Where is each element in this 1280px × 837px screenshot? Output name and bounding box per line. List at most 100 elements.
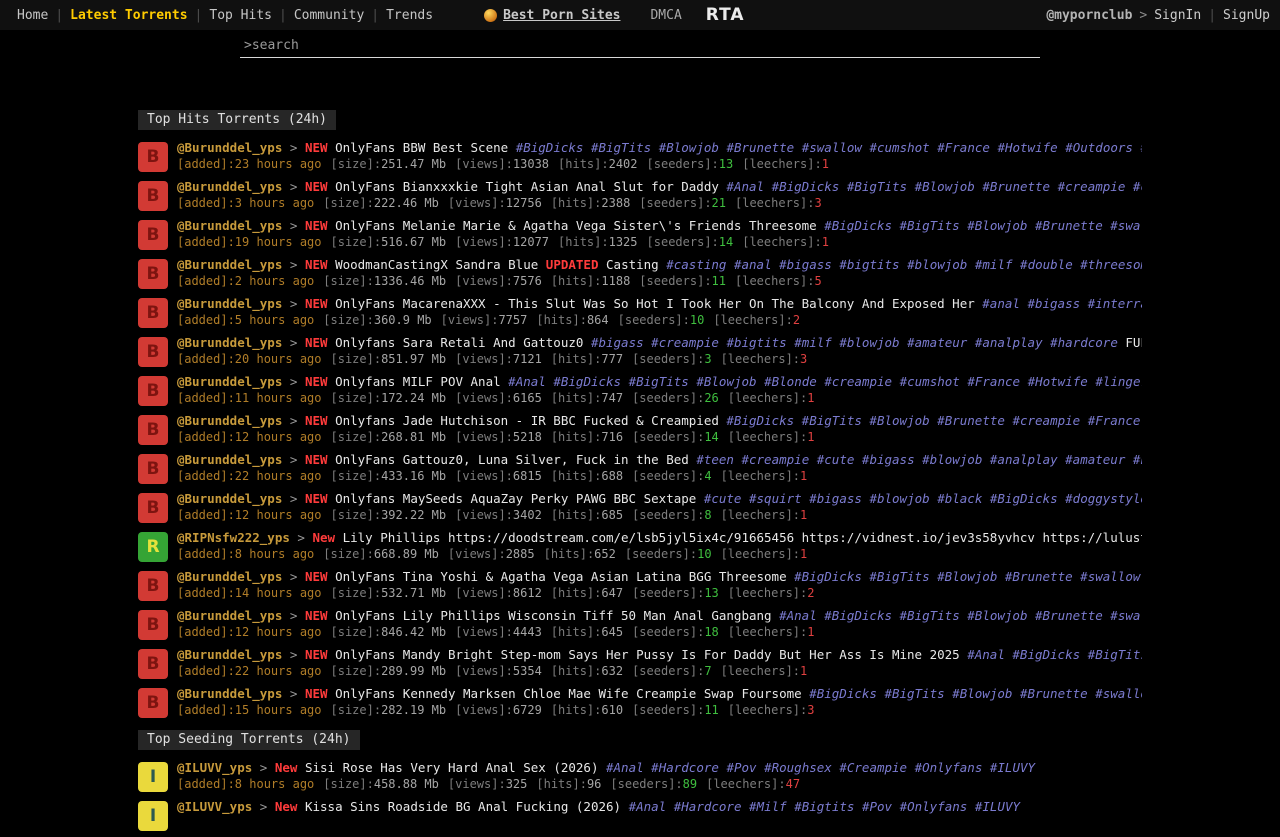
tag-link[interactable]: #BigTits [847,179,907,194]
tag-link[interactable]: #BigDicks [824,608,892,623]
torrent-link[interactable]: OnlyFans Kennedy Marksen Chloe Mae Wife … [335,686,802,701]
tag-link[interactable]: #swallow… [1095,686,1142,701]
tag-link[interactable]: #Outdoors [1065,140,1133,155]
torrent-link[interactable]: Onlyfans Jade Hutchison - IR BBC Fucked … [335,413,719,428]
tag-link[interactable]: #Blowjob [659,140,719,155]
tag-link[interactable]: #creampie [651,335,719,350]
tag-link[interactable]: #BigTits [869,569,929,584]
tag-link[interactable]: #bigass [862,452,915,467]
torrent-link[interactable]: OnlyFans BBW Best Scene [335,140,508,155]
tag-link[interactable]: #Anal [967,647,1005,662]
tag-link[interactable]: #swallow [1080,569,1140,584]
uploader-link[interactable]: @Burunddel_yps [177,374,282,389]
tag-link[interactable]: #Blowjob [952,686,1012,701]
tag-link[interactable]: #creampie [824,374,892,389]
tag-link[interactable]: #ha… [1133,452,1142,467]
tag-link[interactable]: #BigTits [900,608,960,623]
tag-link[interactable]: #cu… [1133,179,1142,194]
tag-link[interactable]: #France [967,374,1020,389]
nav-item-community[interactable]: Community [287,8,371,23]
torrent-link[interactable]: OnlyFans MacarenaXXX - This Slut Was So … [335,296,975,311]
best-porn-sites-link[interactable]: Best Porn Sites [484,8,620,23]
tag-link[interactable]: #BigTits [802,413,862,428]
tag-link[interactable]: #Pov [862,799,892,814]
tag-link[interactable]: #Brunette [726,140,794,155]
tag-link[interactable]: #creampie [1012,413,1080,428]
uploader-avatar[interactable]: B [138,298,168,328]
uploader-link[interactable]: @Burunddel_yps [177,296,282,311]
torrent-link[interactable]: OnlyFans Bianxxxkie Tight Asian Anal Slu… [335,179,719,194]
uploader-avatar[interactable]: B [138,610,168,640]
tag-link[interactable]: #blowjob [839,335,899,350]
torrent-link[interactable]: OnlyFans Gattouz0, Luna Silver, Fuck in … [335,452,689,467]
tag-link[interactable]: #Brunette [1005,569,1073,584]
tag-link[interactable]: #BigDicks [516,140,584,155]
tag-link[interactable]: #bigass [1027,296,1080,311]
uploader-link[interactable]: @RIPNsfw222_yps [177,530,290,545]
torrent-link[interactable]: Casting [606,257,659,272]
uploader-avatar[interactable]: B [138,649,168,679]
tag-link[interactable]: #Brunette [982,179,1050,194]
torrent-link[interactable]: Lily Phillips https://doodstream.com/e/l… [343,530,1142,545]
uploader-avatar[interactable]: I [138,762,168,792]
tag-link[interactable]: #blowjob [922,452,982,467]
search-input[interactable] [240,35,1040,57]
nav-item-home[interactable]: Home [10,8,55,23]
tag-link[interactable]: #bigass [779,257,832,272]
uploader-link[interactable]: @Burunddel_yps [177,647,282,662]
dmca-link[interactable]: DMCA [650,8,681,23]
tag-link[interactable]: #BigDicks [553,374,621,389]
tag-link[interactable]: #Brunette [1035,218,1103,233]
tag-link[interactable]: #Hardcore [674,799,742,814]
tag-link[interactable]: #bigtits [839,257,899,272]
tag-link[interactable]: #Anal [606,760,644,775]
tag-link[interactable]: #anal [982,296,1020,311]
uploader-link[interactable]: @Burunddel_yps [177,452,282,467]
tag-link[interactable]: #milf [975,257,1013,272]
tag-link[interactable]: #BigDicks [772,179,840,194]
tag-link[interactable]: #bigass [809,491,862,506]
tag-link[interactable]: #swallow [802,140,862,155]
uploader-avatar[interactable]: B [138,142,168,172]
tag-link[interactable]: #BigDicks [794,569,862,584]
tag-link[interactable]: #Onlyfans [900,799,968,814]
torrent-link[interactable]: OnlyFans Melanie Marie & Agatha Vega Sis… [335,218,817,233]
uploader-avatar[interactable]: B [138,493,168,523]
torrent-link[interactable]: OnlyFans Lily Phillips Wisconsin Tiff 50… [335,608,772,623]
tag-link[interactable]: #Anal [508,374,546,389]
uploader-avatar[interactable]: R [138,532,168,562]
torrent-link[interactable]: WoodmanCastingX Sandra Blue [335,257,538,272]
uploader-link[interactable]: @Burunddel_yps [177,491,282,506]
tag-link[interactable]: #Brunette [1020,686,1088,701]
tag-link[interactable]: #Blowjob [967,608,1027,623]
uploader-link[interactable]: @ILUVV_yps [177,760,252,775]
tag-link[interactable]: #blowjob [869,491,929,506]
torrent-link[interactable]: OnlyFans Tina Yoshi & Agatha Vega Asian … [335,569,787,584]
torrent-link[interactable]: OnlyFans Mandy Bright Step-mom Says Her … [335,647,960,662]
uploader-link[interactable]: @Burunddel_yps [177,569,282,584]
uploader-avatar[interactable]: I [138,801,168,831]
torrent-link[interactable]: Sisi Rose Has Very Hard Anal Sex (2026) [305,760,599,775]
uploader-avatar[interactable]: B [138,337,168,367]
rta-logo[interactable]: RTA [706,5,745,25]
tag-link[interactable]: #milf [794,335,832,350]
uploader-link[interactable]: @Burunddel_yps [177,413,282,428]
tag-link[interactable]: #amateur [1065,452,1125,467]
tag-link[interactable]: #A… [1140,140,1142,155]
tag-link[interactable]: #swall… [1110,218,1142,233]
tag-link[interactable]: #Blowjob [967,218,1027,233]
nav-item-trends[interactable]: Trends [379,8,440,23]
tag-link[interactable]: #BigTits [1088,647,1142,662]
tag-link[interactable]: #BigDicks [726,413,794,428]
tag-link[interactable]: #Roughsex [764,760,832,775]
tag-link[interactable]: #cute [817,452,855,467]
tag-link[interactable]: #cumshot [869,140,929,155]
tag-link[interactable]: #BigDicks [1012,647,1080,662]
tag-link[interactable]: #Blowjob [937,569,997,584]
uploader-link[interactable]: @Burunddel_yps [177,608,282,623]
tag-link[interactable]: #casting [666,257,726,272]
tag-link[interactable]: #BigTits [629,374,689,389]
tag-link[interactable]: #anal [734,257,772,272]
tag-link[interactable]: #Onlyfans [915,760,983,775]
tag-link[interactable]: #Anal [779,608,817,623]
